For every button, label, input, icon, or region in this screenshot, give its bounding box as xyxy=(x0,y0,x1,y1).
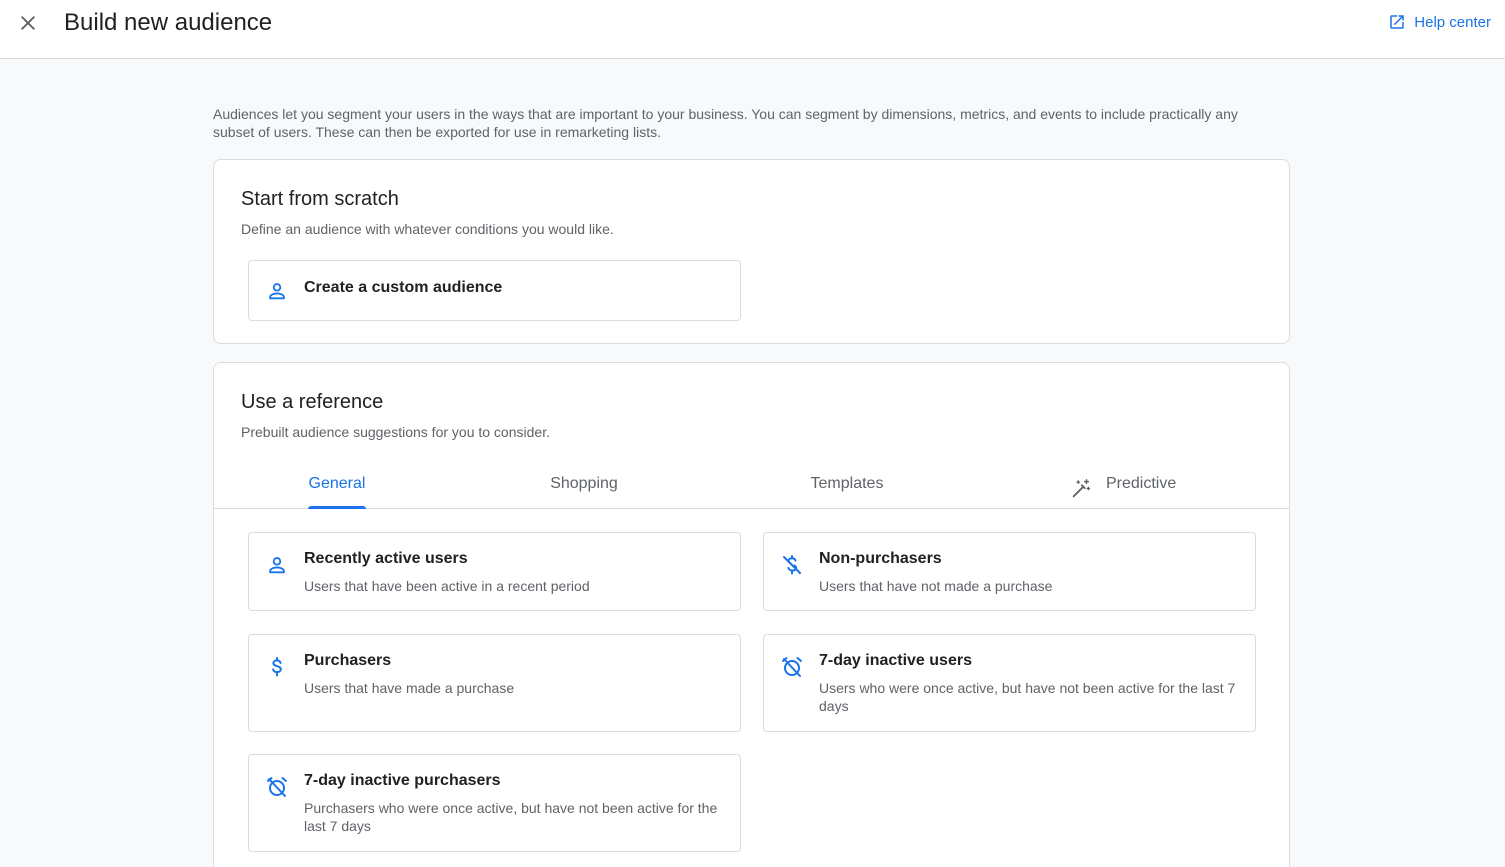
option-title: Purchasers xyxy=(304,652,392,669)
top-bar: Build new audience Help center xyxy=(0,0,1505,59)
tab-predictive-label: Predictive xyxy=(1106,475,1177,492)
magic-wand-icon xyxy=(1072,479,1091,498)
option-7-day-inactive-users[interactable]: 7-day inactive users Users who were once… xyxy=(763,634,1256,732)
tab-general[interactable]: General xyxy=(308,459,366,509)
option-description: Users who were once active, but have not… xyxy=(819,680,1236,714)
option-purchasers[interactable]: Purchasers Users that have made a purcha… xyxy=(248,634,741,732)
scratch-subtitle: Define an audience with whatever conditi… xyxy=(241,221,614,237)
create-custom-audience-button[interactable]: Create a custom audience xyxy=(248,260,741,321)
reference-title: Use a reference xyxy=(241,391,384,413)
scratch-title: Start from scratch xyxy=(241,188,399,210)
option-recently-active-users[interactable]: Recently active users Users that have be… xyxy=(248,532,741,611)
reference-subtitle: Prebuilt audience suggestions for you to… xyxy=(241,424,550,440)
dollar-icon xyxy=(265,655,289,679)
option-description: Purchasers who were once active, but hav… xyxy=(304,800,718,834)
option-non-purchasers[interactable]: Non-purchasers Users that have not made … xyxy=(763,532,1256,611)
open-in-new-icon xyxy=(1390,15,1405,29)
option-description: Users that have not made a purchase xyxy=(819,578,1053,594)
reference-tabs: General Shopping Templates Predictive xyxy=(214,459,1289,509)
use-a-reference-card: Use a reference Prebuilt audience sugges… xyxy=(213,362,1290,867)
tab-general-label: General xyxy=(308,475,366,492)
create-custom-audience-label: Create a custom audience xyxy=(304,279,503,296)
close-button[interactable] xyxy=(16,11,40,35)
tab-predictive[interactable]: Predictive xyxy=(1070,459,1190,509)
tab-templates-label: Templates xyxy=(810,475,884,492)
option-title: Non-purchasers xyxy=(819,550,942,567)
active-tab-indicator xyxy=(308,506,366,509)
person-icon xyxy=(265,553,289,577)
option-description: Users that have been active in a recent … xyxy=(304,578,590,594)
alarm-off-icon xyxy=(780,655,804,679)
page-title: Build new audience xyxy=(64,9,273,36)
start-from-scratch-card: Start from scratch Define an audience wi… xyxy=(213,159,1290,344)
tab-shopping[interactable]: Shopping xyxy=(544,459,624,509)
alarm-off-icon xyxy=(265,775,289,799)
help-center-link[interactable]: Help center xyxy=(1388,13,1491,31)
tab-templates[interactable]: Templates xyxy=(802,459,892,509)
help-center-label: Help center xyxy=(1414,13,1491,31)
option-description: Users that have made a purchase xyxy=(304,680,515,696)
close-icon xyxy=(21,16,35,30)
option-title: 7-day inactive users xyxy=(819,652,972,669)
tab-shopping-label: Shopping xyxy=(550,475,618,492)
intro-text: Audiences let you segment your users in … xyxy=(213,106,1238,140)
option-7-day-inactive-purchasers[interactable]: 7-day inactive purchasers Purchasers who… xyxy=(248,754,741,852)
option-title: 7-day inactive purchasers xyxy=(304,772,501,789)
money-off-icon xyxy=(780,553,804,577)
option-title: Recently active users xyxy=(304,550,468,567)
person-icon xyxy=(265,279,289,303)
